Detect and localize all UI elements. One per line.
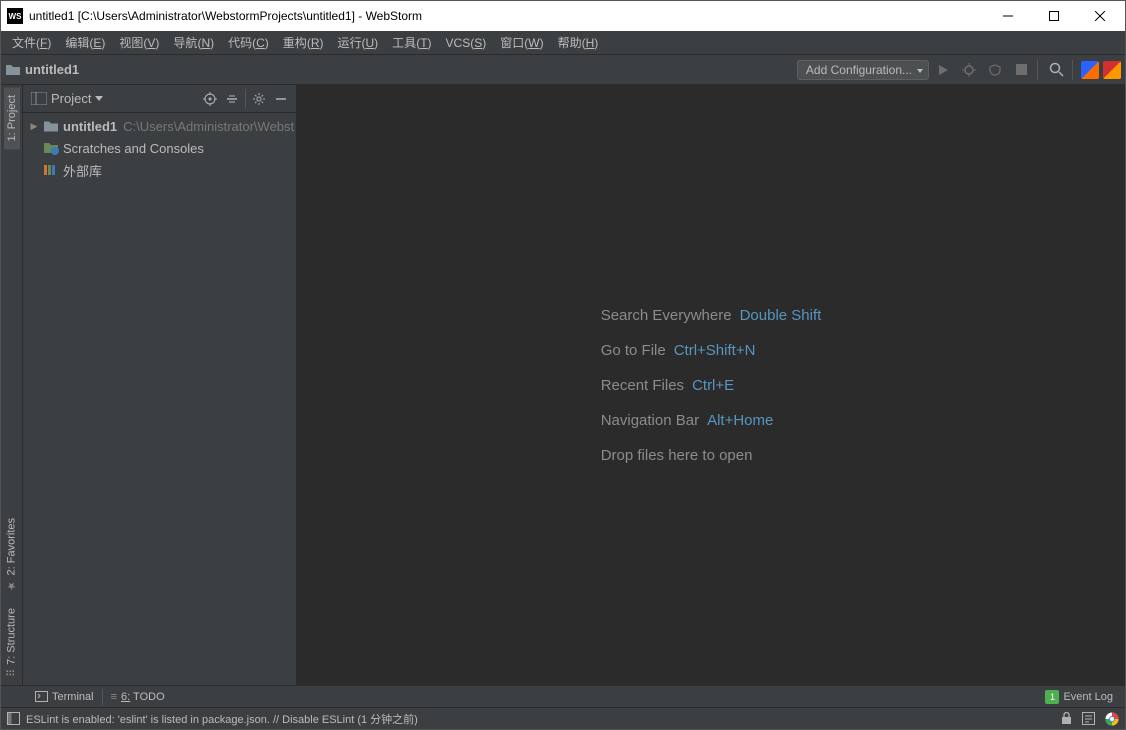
hint-search-everywhere: Search EverywhereDouble Shift xyxy=(601,307,822,324)
tool-tab-structure[interactable]: ⠿7: Structure xyxy=(3,600,20,685)
main-area: 1: Project ★2: Favorites ⠿7: Structure P… xyxy=(1,85,1125,685)
status-window-icon[interactable] xyxy=(7,712,20,725)
tree-root-path: C:\Users\Administrator\Webst xyxy=(123,119,294,134)
add-configuration-button[interactable]: Add Configuration... xyxy=(797,60,929,80)
minimize-button[interactable] xyxy=(985,1,1031,31)
tool-tab-terminal[interactable]: Terminal xyxy=(27,689,102,705)
expand-arrow-icon[interactable]: ▶ xyxy=(29,121,39,132)
project-tree[interactable]: ▶ untitled1 C:\Users\Administrator\Webst… xyxy=(23,113,296,685)
stop-button[interactable] xyxy=(1009,58,1033,82)
menubar: 文件(F) 编辑(E) 视图(V) 导航(N) 代码(C) 重构(R) 运行(U… xyxy=(1,31,1125,55)
editor-empty-state[interactable]: Search EverywhereDouble Shift Go to File… xyxy=(297,85,1125,685)
hint-drop-files: Drop files here to open xyxy=(601,447,822,464)
editor-hints: Search EverywhereDouble Shift Go to File… xyxy=(601,289,822,482)
notification-badge-icon: 1 xyxy=(1045,690,1059,704)
menu-window[interactable]: 窗口(W) xyxy=(493,31,550,54)
tool-tab-project[interactable]: 1: Project xyxy=(4,87,20,149)
tree-root-name: untitled1 xyxy=(63,119,117,134)
goto-line-icon[interactable] xyxy=(1082,712,1095,725)
chevron-down-icon[interactable] xyxy=(95,96,103,101)
tree-root-row[interactable]: ▶ untitled1 C:\Users\Administrator\Webst xyxy=(23,115,296,137)
menu-edit[interactable]: 编辑(E) xyxy=(58,31,112,54)
coverage-button[interactable] xyxy=(983,58,1007,82)
gear-button[interactable] xyxy=(248,88,270,110)
lock-icon[interactable] xyxy=(1061,712,1072,725)
left-tool-gutter: 1: Project ★2: Favorites ⠿7: Structure xyxy=(1,85,23,685)
run-button[interactable] xyxy=(931,58,955,82)
titlebar: WS untitled1 [C:\Users\Administrator\Web… xyxy=(1,1,1125,31)
hint-go-to-file: Go to FileCtrl+Shift+N xyxy=(601,342,822,359)
locate-button[interactable] xyxy=(199,88,221,110)
menu-help[interactable]: 帮助(H) xyxy=(551,31,606,54)
menu-run[interactable]: 运行(U) xyxy=(330,31,385,54)
tree-scratches-label: Scratches and Consoles xyxy=(63,141,204,156)
breadcrumb[interactable]: untitled1 xyxy=(5,62,79,77)
tool-tab-favorites[interactable]: ★2: Favorites xyxy=(3,510,20,600)
app-window: WS untitled1 [C:\Users\Administrator\Web… xyxy=(0,0,1126,730)
external-libs-icon xyxy=(43,163,59,177)
project-panel-title[interactable]: Project xyxy=(51,91,91,106)
maximize-button[interactable] xyxy=(1031,1,1077,31)
scratches-icon xyxy=(43,141,59,155)
toolbox-icon-2[interactable] xyxy=(1103,61,1121,79)
tool-tab-event-log[interactable]: 1 Event Log xyxy=(1037,688,1121,706)
navbar: untitled1 Add Configuration... xyxy=(1,55,1125,85)
tree-external-row[interactable]: 外部库 xyxy=(23,159,296,181)
menu-file[interactable]: 文件(F) xyxy=(5,31,58,54)
tool-tab-todo[interactable]: ≡ 6: TODO xyxy=(103,689,173,705)
terminal-icon xyxy=(35,691,48,702)
menu-view[interactable]: 视图(V) xyxy=(112,31,166,54)
status-message[interactable]: ESLint is enabled: 'eslint' is listed in… xyxy=(26,711,418,727)
project-view-icon xyxy=(31,92,47,105)
menu-tools[interactable]: 工具(T) xyxy=(385,31,438,54)
chrome-icon[interactable] xyxy=(1105,712,1119,726)
bottom-tool-tabs: Terminal ≡ 6: TODO 1 Event Log xyxy=(1,685,1125,707)
webstorm-logo-icon: WS xyxy=(7,8,23,24)
project-panel: Project ▶ untitled1 C:\Users\Administrat… xyxy=(23,85,297,685)
collapse-all-button[interactable] xyxy=(221,88,243,110)
debug-button[interactable] xyxy=(957,58,981,82)
hint-recent-files: Recent FilesCtrl+E xyxy=(601,377,822,394)
menu-code[interactable]: 代码(C) xyxy=(221,31,276,54)
breadcrumb-project: untitled1 xyxy=(25,62,79,77)
menu-refactor[interactable]: 重构(R) xyxy=(276,31,331,54)
menu-vcs[interactable]: VCS(S) xyxy=(439,33,494,53)
menu-navigate[interactable]: 导航(N) xyxy=(166,31,221,54)
folder-icon xyxy=(5,63,21,76)
folder-icon xyxy=(43,119,59,133)
close-button[interactable] xyxy=(1077,1,1123,31)
tree-scratches-row[interactable]: Scratches and Consoles xyxy=(23,137,296,159)
statusbar: ESLint is enabled: 'eslint' is listed in… xyxy=(1,707,1125,729)
hide-panel-button[interactable] xyxy=(270,88,292,110)
window-title: untitled1 [C:\Users\Administrator\Websto… xyxy=(29,9,985,23)
search-button[interactable] xyxy=(1044,58,1068,82)
hint-navigation-bar: Navigation BarAlt+Home xyxy=(601,412,822,429)
tree-external-label: 外部库 xyxy=(63,161,102,180)
toolbox-icon-1[interactable] xyxy=(1081,61,1099,79)
project-panel-header: Project xyxy=(23,85,296,113)
